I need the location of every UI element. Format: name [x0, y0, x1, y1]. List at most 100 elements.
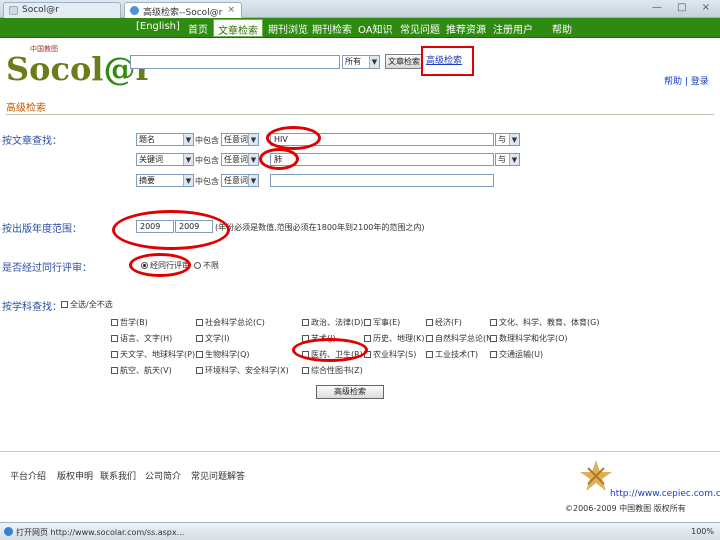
browser-tab-bar: Socol@r 高级检索--Socol@r × — □ × [0, 0, 720, 18]
subject-item: 航空、航天(V) [120, 366, 172, 375]
highlight-circle [266, 126, 321, 150]
subject-checkbox[interactable] [196, 367, 203, 374]
footer-url[interactable]: http://www.cepiec.com.cn [610, 489, 720, 499]
subject-checkbox[interactable] [490, 319, 497, 326]
subject-checkbox[interactable] [364, 319, 371, 326]
subject-item: 历史、地理(K) [373, 334, 425, 343]
logic-select[interactable]: 与 ▼ [495, 153, 520, 166]
nav-item-recommend[interactable]: 推荐资源 [446, 21, 486, 36]
subject-checkbox[interactable] [196, 335, 203, 342]
match-label: 中包含 [195, 136, 219, 145]
search-input[interactable] [130, 55, 340, 69]
scope-select[interactable]: 所有 ▼ [342, 55, 380, 69]
nav-item-article-search[interactable]: 文章检索 [213, 19, 263, 37]
loading-icon [4, 527, 13, 536]
select-all-checkbox[interactable] [61, 301, 68, 308]
article-search-label: 按文章查找： [2, 136, 62, 147]
subject-checkbox[interactable] [426, 351, 433, 358]
footer-link[interactable]: 版权申明 [57, 469, 93, 482]
chevron-down-icon: ▼ [369, 56, 379, 68]
highlight-circle [129, 253, 191, 277]
subject-item: 经济(F) [435, 318, 462, 327]
footer-link[interactable]: 平台介绍 [10, 469, 46, 482]
field-select[interactable]: 关键词 ▼ [136, 153, 194, 166]
subject-item: 数理科学和化学(O) [499, 334, 568, 343]
nav-item-faq[interactable]: 常见问题 [400, 21, 440, 36]
peer-review-label: 是否经过同行评审： [2, 263, 92, 274]
divider [6, 114, 714, 115]
subject-checkbox[interactable] [426, 319, 433, 326]
match-mode-select[interactable]: 任意词 ▼ [221, 174, 259, 187]
subject-item: 工业技术(T) [435, 350, 479, 359]
chevron-down-icon: ▼ [183, 134, 193, 145]
year-range-label: 按出版年度范围： [2, 224, 82, 235]
subject-checkbox[interactable] [196, 319, 203, 326]
subject-item: 农业科学(S) [373, 350, 417, 359]
field-select[interactable]: 摘要 ▼ [136, 174, 194, 187]
top-links[interactable]: 帮助 | 登录 [664, 74, 709, 87]
browser-tab[interactable]: Socol@r [3, 2, 121, 18]
zoom-level[interactable]: 100% [691, 527, 714, 536]
subject-checkbox[interactable] [490, 351, 497, 358]
nav-item-journal-search[interactable]: 期刊检索 [312, 21, 352, 36]
match-label: 中包含 [195, 177, 219, 186]
close-icon[interactable]: × [227, 5, 235, 15]
nav-item-journal-browse[interactable]: 期刊浏览 [268, 21, 308, 36]
unlimited-radio[interactable] [194, 262, 201, 269]
chevron-down-icon: ▼ [248, 154, 258, 165]
subject-item: 综合性图书(Z) [311, 366, 363, 375]
chevron-down-icon: ▼ [248, 175, 258, 186]
nav-item-home[interactable]: 首页 [188, 21, 208, 36]
logic-select[interactable]: 与 ▼ [495, 133, 520, 146]
quick-search-button[interactable]: 文章检索 [385, 54, 423, 69]
subject-checkbox[interactable] [302, 319, 309, 326]
subject-item: 自然科学总论(N) [435, 334, 496, 343]
nav-item-oa[interactable]: OA知识 [358, 21, 393, 36]
subject-checkbox[interactable] [302, 367, 309, 374]
nav-item-help[interactable]: 帮助 [552, 21, 572, 36]
footer-copyright: ©2006-2009 中国教图 版权所有 [565, 504, 686, 513]
footer-link[interactable]: 常见问题解答 [191, 469, 245, 482]
field-select[interactable]: 题名 ▼ [136, 133, 194, 146]
footer-link[interactable]: 联系我们 [100, 469, 136, 482]
match-mode-select[interactable]: 任意词 ▼ [221, 133, 259, 146]
nav-item-english[interactable]: [English] [136, 21, 180, 36]
ie-icon [130, 6, 139, 15]
subject-item: 社会科学总论(C) [205, 318, 265, 327]
highlight-box [421, 46, 474, 76]
chevron-down-icon: ▼ [248, 134, 258, 145]
footer-divider [0, 451, 720, 452]
subject-checkbox[interactable] [111, 319, 118, 326]
subject-item: 语言、文字(H) [120, 334, 173, 343]
subject-item: 文学(I) [205, 334, 230, 343]
subject-checkbox[interactable] [196, 351, 203, 358]
subject-item: 政治、法律(D) [311, 318, 364, 327]
keyword-input[interactable] [270, 174, 494, 187]
subject-checkbox[interactable] [111, 367, 118, 374]
match-mode-select[interactable]: 任意词 ▼ [221, 153, 259, 166]
tab-title: Socol@r [22, 5, 59, 15]
nav-item-register[interactable]: 注册用户 [493, 21, 533, 36]
subject-item: 天文学、地球科学(P) [120, 350, 196, 359]
subject-checkbox[interactable] [426, 335, 433, 342]
advanced-search-button[interactable]: 高级检索 [316, 385, 384, 399]
window-controls[interactable]: — □ × [652, 2, 716, 13]
subject-label: 按学科查找： [2, 302, 62, 313]
keyword-input[interactable]: 肺 [270, 153, 494, 166]
highlight-circle [292, 338, 368, 362]
subject-checkbox[interactable] [111, 335, 118, 342]
highlight-circle [259, 148, 299, 170]
subject-item: 交通运输(U) [499, 350, 544, 359]
subject-checkbox[interactable] [490, 335, 497, 342]
subject-item: 哲学(B) [120, 318, 148, 327]
chevron-down-icon: ▼ [183, 175, 193, 186]
subject-item: 环境科学、安全科学(X) [205, 366, 289, 375]
browser-tab-active[interactable]: 高级检索--Socol@r × [124, 2, 242, 18]
browser-status-bar: 打开网页 http://www.socolar.com/ss.aspx... 1… [0, 522, 720, 540]
subject-checkbox[interactable] [364, 335, 371, 342]
footer-link[interactable]: 公司简介 [145, 469, 181, 482]
chevron-down-icon: ▼ [183, 154, 193, 165]
subject-checkbox[interactable] [111, 351, 118, 358]
radio-label: 不限 [203, 261, 219, 270]
cepiec-logo-icon [580, 460, 612, 491]
